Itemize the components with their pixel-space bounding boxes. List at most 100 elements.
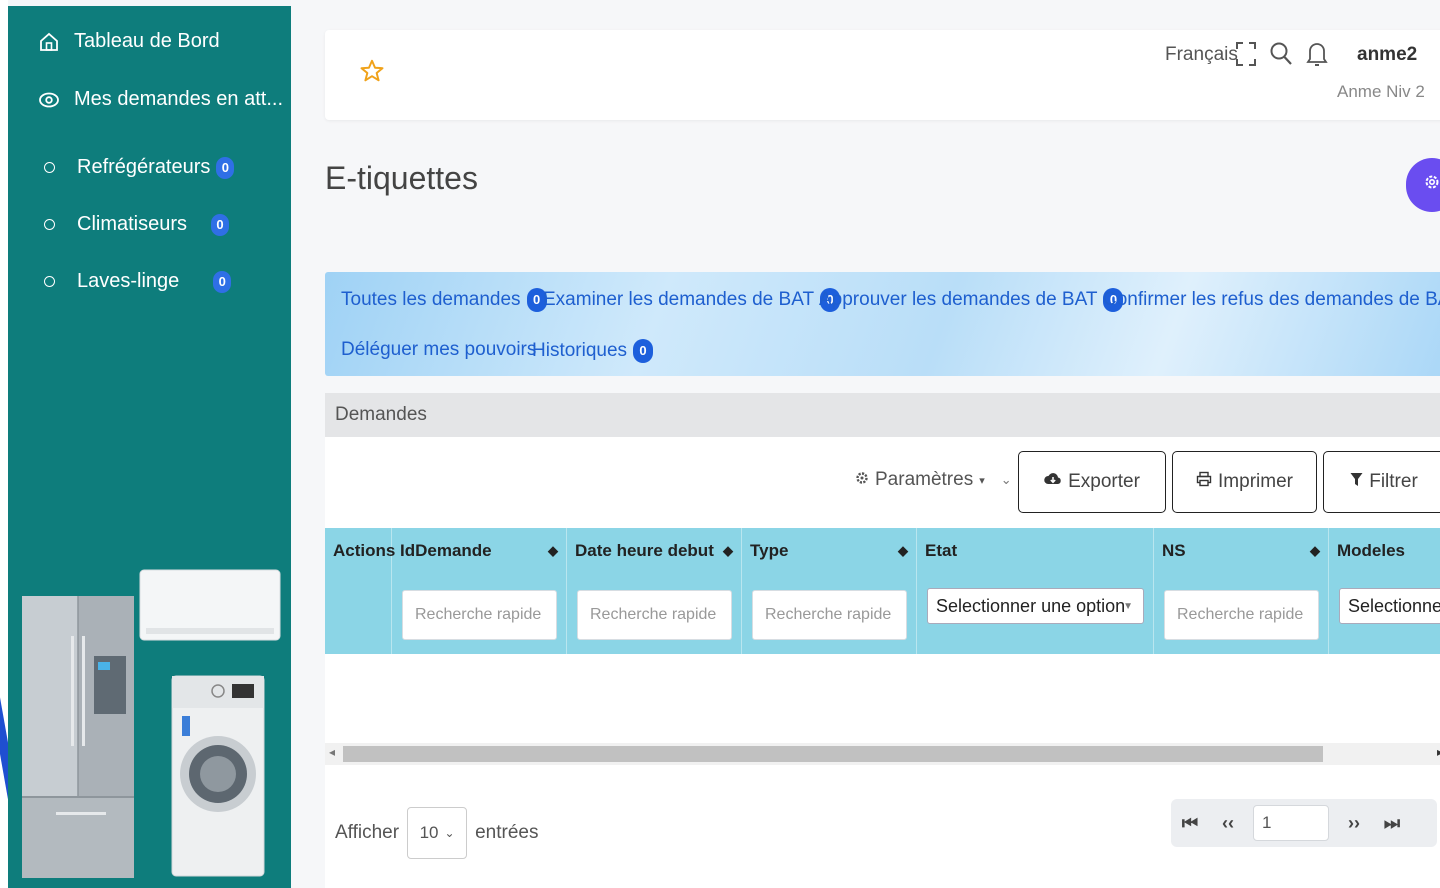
sidebar-item-washing-machines[interactable]: Laves-linge 0 bbox=[44, 270, 232, 293]
page-length-select[interactable]: 10 ⌄ bbox=[407, 807, 468, 859]
gear-icon bbox=[1423, 173, 1440, 197]
scroll-left-arrow-icon[interactable]: ◂ bbox=[329, 745, 335, 759]
dropdown-arrow-icon: ▼ bbox=[1123, 600, 1133, 612]
cog-icon bbox=[855, 469, 869, 491]
tab-all-requests[interactable]: Toutes les demandes 0 bbox=[341, 288, 547, 312]
column-label: IdDemande bbox=[400, 541, 492, 560]
tab-label: Toutes les demandes bbox=[341, 289, 521, 310]
tab-history[interactable]: Historiques 0 bbox=[532, 339, 654, 363]
show-label: Afficher bbox=[335, 822, 400, 843]
section-header: Demandes bbox=[325, 393, 1440, 437]
iddemande-search-input[interactable]: Recherche rapide bbox=[402, 590, 557, 640]
sidebar-item-label: Refrégérateurs bbox=[77, 156, 211, 178]
appliances-illustration bbox=[16, 566, 286, 886]
requests-table-card: Paramètres ▾ ⌄ Exporter Imprimer Filtrer… bbox=[325, 437, 1440, 888]
tab-delegate[interactable]: Déléguer mes pouvoirs bbox=[341, 339, 536, 361]
type-search-input[interactable]: Recherche rapide bbox=[752, 590, 907, 640]
column-header-etat[interactable]: Etat bbox=[917, 528, 1154, 574]
first-page-icon[interactable]: ⏮ bbox=[1171, 813, 1209, 834]
filter-cell-actions bbox=[325, 574, 392, 654]
chevron-down-icon: ⌄ bbox=[444, 826, 455, 840]
print-button[interactable]: Imprimer bbox=[1172, 451, 1317, 513]
scrollbar-thumb[interactable] bbox=[343, 746, 1323, 762]
filter-cell-ns: Recherche rapide bbox=[1154, 574, 1329, 654]
column-label: Modeles bbox=[1337, 541, 1406, 560]
fullscreen-icon[interactable] bbox=[1235, 41, 1257, 72]
filter-cell-iddemande: Recherche rapide bbox=[392, 574, 567, 654]
filter-button[interactable]: Filtrer bbox=[1323, 451, 1440, 513]
eye-icon bbox=[38, 89, 60, 111]
last-page-icon[interactable]: ⏭ bbox=[1373, 813, 1411, 834]
button-label: Imprimer bbox=[1218, 471, 1293, 492]
circle-icon bbox=[44, 162, 55, 173]
params-dropdown[interactable]: Paramètres ▾ ⌄ bbox=[855, 469, 1012, 491]
column-label: Etat bbox=[925, 541, 958, 560]
tab-label: Approuver les demandes de BAT bbox=[819, 289, 1098, 310]
export-button[interactable]: Exporter bbox=[1018, 451, 1166, 513]
column-header-ns[interactable]: NS ◆ bbox=[1154, 528, 1329, 574]
button-label: Exporter bbox=[1068, 471, 1140, 492]
tab-label: Examiner les demandes de BAT bbox=[543, 289, 815, 310]
sidebar-item-label: Tableau de Bord bbox=[74, 30, 220, 52]
table-header: Actions IdDemande ◆ Date heure debut ◆ Typ… bbox=[325, 528, 1440, 574]
left-edge-decoration bbox=[0, 0, 8, 888]
count-badge: 0 bbox=[213, 270, 232, 293]
column-header-modeles[interactable]: Modeles bbox=[1329, 528, 1440, 574]
sidebar-item-dashboard[interactable]: Tableau de Bord bbox=[38, 30, 220, 53]
section-title: Demandes bbox=[335, 404, 427, 425]
decor-stripe bbox=[0, 540, 8, 888]
request-tabs: Toutes les demandes 0 Examiner les deman… bbox=[325, 272, 1440, 376]
star-icon[interactable] bbox=[359, 58, 385, 91]
user-role: Anme Niv 2 bbox=[1337, 82, 1425, 101]
sidebar-item-label: Laves-linge bbox=[77, 270, 180, 292]
user-name[interactable]: anme2 bbox=[1357, 44, 1417, 66]
column-label: Actions bbox=[333, 541, 396, 560]
filter-cell-type: Recherche rapide bbox=[742, 574, 917, 654]
column-header-type[interactable]: Type ◆ bbox=[742, 528, 917, 574]
column-header-iddemande[interactable]: IdDemande ◆ bbox=[392, 528, 567, 574]
tab-label: Historiques bbox=[532, 340, 628, 361]
filter-cell-modeles: Selectionner bbox=[1329, 574, 1440, 654]
page-length-control: Afficher 10 ⌄ entrées bbox=[335, 807, 538, 859]
sidebar-item-refrigerators[interactable]: Refrégérateurs 0 bbox=[44, 156, 235, 179]
date-search-input[interactable]: Recherche rapide bbox=[577, 590, 732, 640]
pagination: ⏮ ‹‹ 1 ›› ⏭ bbox=[1171, 799, 1437, 847]
etat-select[interactable]: Selectionner une option ▼ bbox=[927, 588, 1144, 624]
sidebar-item-air-conditioners[interactable]: Climatiseurs 0 bbox=[44, 213, 230, 236]
sidebar-item-label: Mes demandes en att... bbox=[74, 88, 284, 110]
count-badge: 0 bbox=[633, 339, 654, 363]
page-number-input[interactable]: 1 bbox=[1253, 805, 1329, 841]
horizontal-scrollbar[interactable]: ◂ ▸ bbox=[325, 743, 1440, 765]
params-label: Paramètres bbox=[875, 469, 974, 490]
home-icon bbox=[38, 31, 60, 53]
tab-label: Confirmer les refus des demandes de BAT bbox=[1103, 289, 1440, 310]
printer-icon bbox=[1196, 471, 1212, 493]
caret-down-icon: ▾ bbox=[979, 474, 985, 487]
sidebar-item-pending[interactable]: Mes demandes en att... bbox=[38, 88, 283, 111]
ns-search-input[interactable]: Recherche rapide bbox=[1164, 590, 1319, 640]
column-header-date[interactable]: Date heure debut ◆ bbox=[567, 528, 742, 574]
settings-fab[interactable] bbox=[1406, 158, 1440, 212]
sort-icon: ◆ bbox=[898, 543, 908, 558]
page-title: E-tiquettes bbox=[325, 160, 478, 196]
tab-confirm-refusals[interactable]: Confirmer les refus des demandes de BAT … bbox=[1103, 288, 1440, 312]
count-badge: 0 bbox=[211, 213, 230, 236]
tab-examine-bat[interactable]: Examiner les demandes de BAT 0 bbox=[543, 288, 841, 312]
next-page-icon[interactable]: ›› bbox=[1335, 813, 1373, 834]
column-header-actions: Actions bbox=[325, 528, 396, 574]
header-icons bbox=[1235, 40, 1329, 73]
top-header: Français anme2 Anme Niv 2 bbox=[325, 30, 1440, 120]
column-label: NS bbox=[1162, 541, 1186, 560]
circle-icon bbox=[44, 276, 55, 287]
sidebar-item-label: Climatiseurs bbox=[77, 213, 188, 235]
modeles-select[interactable]: Selectionner bbox=[1339, 588, 1440, 624]
sidebar: Tableau de Bord Mes demandes en att... R… bbox=[8, 6, 291, 888]
tab-approve-bat[interactable]: Approuver les demandes de BAT 0 bbox=[819, 288, 1124, 312]
column-label: Type bbox=[750, 541, 789, 560]
bell-icon[interactable] bbox=[1305, 40, 1329, 73]
cloud-download-icon bbox=[1044, 471, 1062, 493]
column-label: Date heure debut bbox=[575, 541, 714, 560]
search-icon[interactable] bbox=[1269, 41, 1293, 72]
language-selector[interactable]: Français bbox=[1165, 44, 1238, 66]
prev-page-icon[interactable]: ‹‹ bbox=[1209, 813, 1247, 834]
